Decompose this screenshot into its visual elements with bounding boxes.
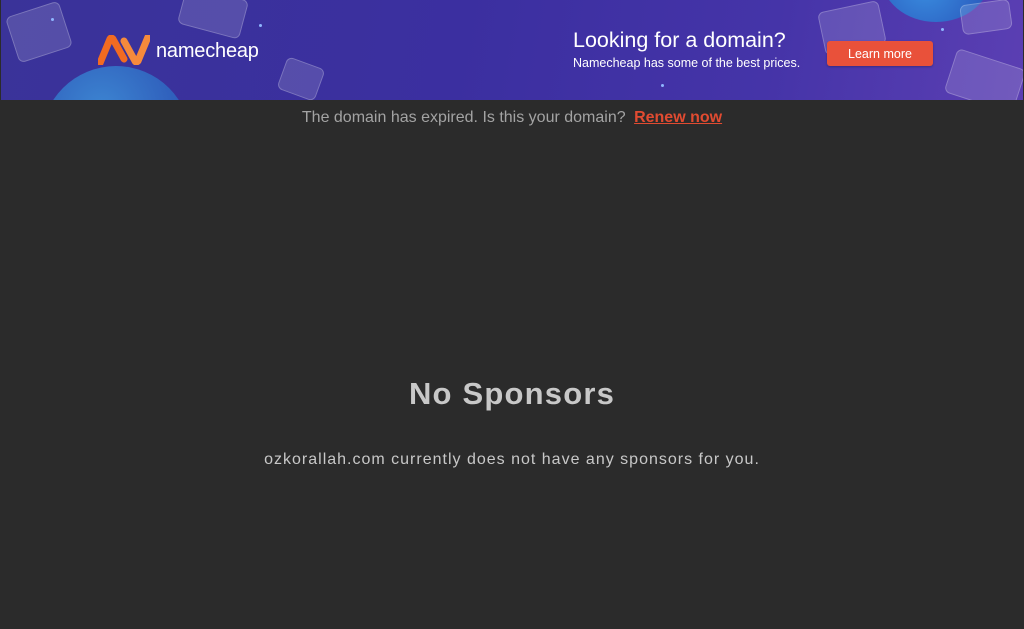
decorative-card xyxy=(4,0,74,64)
domain-expired-notice: The domain has expired. Is this your dom… xyxy=(0,109,1024,127)
renew-now-link[interactable]: Renew now xyxy=(634,109,722,126)
promo-banner[interactable]: namecheap Looking for a domain? Namechea… xyxy=(1,0,1023,100)
namecheap-logo-icon xyxy=(98,35,150,65)
learn-more-button[interactable]: Learn more xyxy=(827,41,933,66)
decorative-dot xyxy=(259,24,262,27)
decorative-card xyxy=(276,56,326,100)
decorative-circle xyxy=(41,66,191,100)
decorative-dot xyxy=(661,84,664,87)
no-sponsors-description: ozkorallah.com currently does not have a… xyxy=(264,451,760,468)
decorative-dot xyxy=(941,28,944,31)
namecheap-logo[interactable]: namecheap xyxy=(98,35,259,65)
promo-subtitle: Namecheap has some of the best prices. xyxy=(573,56,801,70)
decorative-dot xyxy=(51,18,54,21)
expired-text: The domain has expired. Is this your dom… xyxy=(301,109,626,126)
decorative-card xyxy=(176,0,250,40)
promo-title: Looking for a domain? xyxy=(573,28,786,52)
decorative-card xyxy=(959,0,1013,36)
no-sponsors-heading: No Sponsors xyxy=(408,376,616,411)
logo-text: namecheap xyxy=(156,39,259,62)
decorative-card xyxy=(943,48,1023,100)
